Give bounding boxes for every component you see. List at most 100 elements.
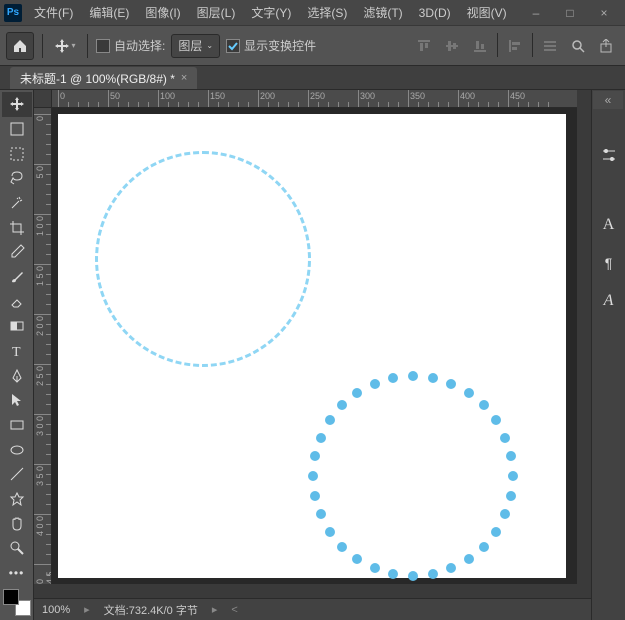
zoom-icon	[9, 540, 25, 556]
document-viewport[interactable]	[52, 108, 577, 584]
title-bar: Ps 文件(F) 编辑(E) 图像(I) 图层(L) 文字(Y) 选择(S) 滤…	[0, 0, 625, 26]
align-vcenter-button[interactable]	[439, 33, 465, 59]
menu-file[interactable]: 文件(F)	[26, 0, 81, 26]
canvas-area: 050100150200250300350400450 05 01 0 01 5…	[34, 90, 591, 620]
document-canvas[interactable]	[58, 114, 566, 578]
ruler-corner[interactable]	[34, 90, 52, 108]
pen-icon	[9, 368, 25, 384]
doc-info[interactable]: 文档:732.4K/0 字节	[104, 602, 198, 618]
marquee-icon	[9, 146, 25, 162]
minimize-button[interactable]: –	[519, 0, 553, 26]
vertical-ruler[interactable]: 05 01 0 01 5 02 0 02 5 03 0 03 5 04 0 04…	[34, 108, 52, 584]
move-icon	[9, 96, 25, 112]
auto-select-checkbox[interactable]	[96, 39, 110, 53]
gradient-icon	[9, 318, 25, 334]
close-button[interactable]: ×	[587, 0, 621, 26]
menu-edit[interactable]: 编辑(E)	[81, 0, 137, 26]
expand-panels-button[interactable]: «	[593, 91, 623, 109]
eyedropper-tool[interactable]	[2, 240, 32, 265]
gradient-tool[interactable]	[2, 314, 32, 339]
path-select-tool[interactable]	[2, 388, 32, 413]
crop-icon	[9, 220, 25, 236]
search-icon	[571, 39, 585, 53]
rectangle-icon	[9, 417, 25, 433]
close-tab-button[interactable]: ×	[181, 72, 187, 84]
eyedropper-icon	[9, 244, 25, 260]
eraser-icon	[9, 294, 25, 310]
zoom-field[interactable]: 100%	[42, 604, 70, 616]
search-button[interactable]	[565, 33, 591, 59]
maximize-button[interactable]: □	[553, 0, 587, 26]
tools-panel: T •••	[0, 90, 34, 620]
edit-toolbar-button[interactable]: •••	[2, 561, 32, 586]
home-icon	[12, 38, 28, 54]
quick-select-tool[interactable]	[2, 191, 32, 216]
align-bottom-button[interactable]	[467, 33, 493, 59]
show-transform-checkbox[interactable]	[226, 39, 240, 53]
menu-image[interactable]: 图像(I)	[137, 0, 188, 26]
show-transform-option[interactable]: 显示变换控件	[226, 37, 316, 54]
line-tool[interactable]	[2, 462, 32, 487]
distribute-button[interactable]	[537, 33, 563, 59]
star-icon	[9, 491, 25, 507]
work-area: T ••• 050100150200250300350400450 0	[0, 90, 625, 620]
share-icon	[599, 39, 613, 53]
horizontal-ruler[interactable]: 050100150200250300350400450	[52, 90, 577, 108]
brush-tool[interactable]	[2, 265, 32, 290]
panel-glyphs-icon[interactable]: A	[596, 288, 622, 314]
home-button[interactable]	[6, 32, 34, 60]
ellipse-tool[interactable]	[2, 437, 32, 462]
arrow-icon	[9, 392, 25, 408]
wand-icon	[9, 195, 25, 211]
menu-view[interactable]: 视图(V)	[459, 0, 515, 26]
document-tab[interactable]: 未标题-1 @ 100%(RGB/8#) * ×	[10, 67, 197, 89]
panel-paragraph-icon[interactable]: ¶	[596, 250, 622, 276]
color-swatches[interactable]	[3, 589, 31, 616]
auto-select-option[interactable]: 自动选择:	[96, 37, 165, 54]
move-icon	[54, 38, 70, 54]
marquee-tool[interactable]	[2, 141, 32, 166]
menu-filter[interactable]: 滤镜(T)	[355, 0, 410, 26]
hand-icon	[9, 516, 25, 532]
auto-select-label: 自动选择:	[114, 37, 165, 54]
custom-shape-tool[interactable]	[2, 487, 32, 512]
zoom-tool[interactable]	[2, 536, 32, 561]
menu-select[interactable]: 选择(S)	[299, 0, 355, 26]
menu-layer[interactable]: 图层(L)	[189, 0, 244, 26]
foreground-color[interactable]	[3, 589, 19, 605]
menu-bar: 文件(F) 编辑(E) 图像(I) 图层(L) 文字(Y) 选择(S) 滤镜(T…	[26, 0, 515, 26]
lasso-icon	[9, 170, 25, 186]
svg-text:T: T	[12, 345, 21, 359]
align-top-button[interactable]	[411, 33, 437, 59]
move-tool-indicator[interactable]: ▾	[51, 32, 79, 60]
brush-icon	[9, 269, 25, 285]
eraser-tool[interactable]	[2, 289, 32, 314]
align-left-button[interactable]	[502, 33, 528, 59]
hand-tool[interactable]	[2, 511, 32, 536]
target-dropdown[interactable]: 图层 ⌄	[171, 34, 220, 58]
crop-tool[interactable]	[2, 215, 32, 240]
document-tab-title: 未标题-1 @ 100%(RGB/8#) *	[20, 70, 175, 87]
align-group	[411, 33, 619, 59]
lasso-tool[interactable]	[2, 166, 32, 191]
options-bar: ▾ 自动选择: 图层 ⌄ 显示变换控件	[0, 26, 625, 66]
horizontal-scrollbar[interactable]	[52, 584, 577, 598]
app-logo: Ps	[4, 4, 22, 22]
pen-tool[interactable]	[2, 363, 32, 388]
panel-properties-icon[interactable]	[596, 142, 622, 168]
move-tool[interactable]	[2, 92, 32, 117]
share-button[interactable]	[593, 33, 619, 59]
menu-type[interactable]: 文字(Y)	[243, 0, 299, 26]
panel-character-icon[interactable]: A	[596, 212, 622, 238]
ellipse-icon	[9, 442, 25, 458]
document-tab-bar: 未标题-1 @ 100%(RGB/8#) * ×	[0, 66, 625, 90]
line-icon	[9, 466, 25, 482]
window-controls: – □ ×	[519, 0, 621, 26]
vertical-scrollbar[interactable]	[577, 108, 591, 584]
type-tool[interactable]: T	[2, 339, 32, 364]
rectangle-tool[interactable]	[2, 413, 32, 438]
artboard-tool[interactable]	[2, 117, 32, 142]
menu-3d[interactable]: 3D(D)	[411, 0, 459, 26]
show-transform-label: 显示变换控件	[244, 37, 316, 54]
adjust-icon	[601, 147, 617, 163]
